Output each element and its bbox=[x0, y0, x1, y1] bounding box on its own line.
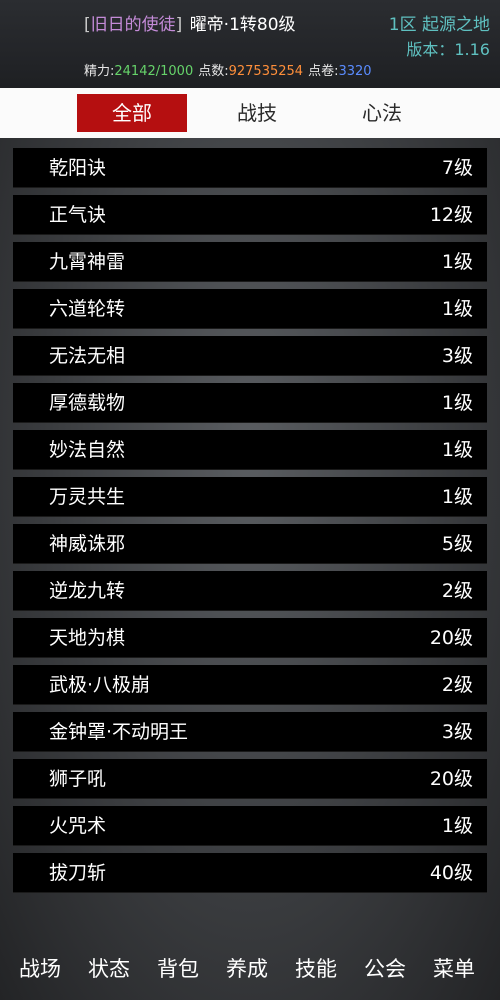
skill-name: 拔刀斩 bbox=[49, 862, 107, 884]
skill-name: 乾阳诀 bbox=[49, 157, 107, 179]
skill-row[interactable]: 乾阳诀 7级 bbox=[13, 148, 487, 188]
skill-level: 3级 bbox=[441, 345, 473, 367]
title-bracket-open: [ bbox=[84, 15, 91, 35]
skill-name: 逆龙九转 bbox=[49, 580, 126, 602]
skill-level: 3级 bbox=[441, 721, 473, 743]
skill-name: 火咒术 bbox=[49, 815, 107, 837]
nav-cultivate[interactable]: 养成 bbox=[217, 954, 277, 984]
skill-level: 7级 bbox=[441, 157, 473, 179]
skill-row[interactable]: 无法无相 3级 bbox=[13, 336, 487, 376]
skill-row[interactable]: 厚德载物 1级 bbox=[13, 383, 487, 423]
tab-all[interactable]: 全部 bbox=[77, 94, 187, 132]
skill-name: 无法无相 bbox=[49, 345, 126, 367]
points-label: 点数: bbox=[198, 64, 229, 79]
nav-menu[interactable]: 菜单 bbox=[424, 954, 484, 984]
skill-row[interactable]: 武极·八极崩 2级 bbox=[13, 665, 487, 705]
skill-name: 天地为棋 bbox=[49, 627, 126, 649]
skill-row[interactable]: 金钟罩·不动明王 3级 bbox=[13, 712, 487, 752]
skill-name: 妙法自然 bbox=[49, 439, 126, 461]
skill-row[interactable]: 万灵共生 1级 bbox=[13, 477, 487, 517]
top-status-bar: [旧日的使徒] 曜帝·1转80级 1区 起源之地 版本：1.16 精力:2414… bbox=[0, 0, 500, 88]
skill-level: 1级 bbox=[441, 251, 473, 273]
scroll-label: 点卷: bbox=[308, 64, 339, 79]
player-realm-level: 曜帝·1转80级 bbox=[189, 15, 296, 35]
skill-level: 12级 bbox=[429, 204, 473, 226]
skill-row[interactable]: 妙法自然 1级 bbox=[13, 430, 487, 470]
skill-name: 万灵共生 bbox=[49, 486, 126, 508]
skill-name: 神威诛邪 bbox=[49, 533, 126, 555]
title-bracket-close: ] bbox=[175, 15, 183, 35]
skill-row[interactable]: 正气诀 12级 bbox=[13, 195, 487, 235]
energy-label: 精力: bbox=[84, 64, 115, 79]
nav-skills[interactable]: 技能 bbox=[286, 954, 346, 984]
nav-guild[interactable]: 公会 bbox=[355, 954, 415, 984]
skill-level: 1级 bbox=[441, 392, 473, 414]
skill-name: 正气诀 bbox=[49, 204, 107, 226]
skill-level: 40级 bbox=[429, 862, 473, 884]
skill-level: 2级 bbox=[441, 580, 473, 602]
bottom-navigation: 战场 状态 背包 养成 技能 公会 菜单 bbox=[0, 944, 500, 1000]
skill-level: 1级 bbox=[441, 815, 473, 837]
player-title[interactable]: 旧日的使徒 bbox=[91, 15, 176, 35]
player-title-line: [旧日的使徒] 曜帝·1转80级 bbox=[84, 10, 296, 35]
skill-row[interactable]: 火咒术 1级 bbox=[13, 806, 487, 846]
skill-row[interactable]: 九霄神雷 1级 bbox=[13, 242, 487, 282]
skill-level: 1级 bbox=[441, 298, 473, 320]
skill-row[interactable]: 狮子吼 20级 bbox=[13, 759, 487, 799]
nav-status[interactable]: 状态 bbox=[79, 954, 139, 984]
skill-name: 武极·八极崩 bbox=[49, 674, 151, 696]
skill-level: 5级 bbox=[441, 533, 473, 555]
skill-row[interactable]: 拔刀斩 40级 bbox=[13, 853, 487, 893]
skill-filter-tabs: 全部 战技 心法 bbox=[0, 88, 500, 138]
skill-name: 狮子吼 bbox=[49, 768, 107, 790]
skill-level: 2级 bbox=[441, 674, 473, 696]
skill-row[interactable]: 逆龙九转 2级 bbox=[13, 571, 487, 611]
skill-level: 20级 bbox=[429, 627, 473, 649]
skill-row[interactable]: 六道轮转 1级 bbox=[13, 289, 487, 329]
tab-combat-skills[interactable]: 战技 bbox=[202, 94, 312, 132]
skill-level: 1级 bbox=[441, 439, 473, 461]
skill-name: 九霄神雷 bbox=[49, 251, 126, 273]
version-label: 版本：1.16 bbox=[406, 40, 490, 59]
tab-mental-arts[interactable]: 心法 bbox=[327, 94, 437, 132]
server-name: 1区 起源之地 bbox=[388, 15, 490, 35]
nav-backpack[interactable]: 背包 bbox=[148, 954, 208, 984]
skill-list: 乾阳诀 7级 正气诀 12级 九霄神雷 1级 六道轮转 1级 无法无相 3级 厚德载物 1级 妙法自然 1… bbox=[13, 148, 487, 900]
skill-row[interactable]: 天地为棋 20级 bbox=[13, 618, 487, 658]
resource-stats: 精力:24142/1000 点数:927535254 点卷:3320 bbox=[84, 60, 372, 79]
energy-value: 24142/1000 bbox=[114, 64, 194, 79]
scroll-value: 3320 bbox=[338, 64, 372, 79]
skill-level: 1级 bbox=[441, 486, 473, 508]
skill-level: 20级 bbox=[429, 768, 473, 790]
skill-name: 厚德载物 bbox=[49, 392, 126, 414]
skill-name: 金钟罩·不动明王 bbox=[49, 721, 189, 743]
points-value: 927535254 bbox=[228, 64, 304, 79]
skill-row[interactable]: 神威诛邪 5级 bbox=[13, 524, 487, 564]
skill-name: 六道轮转 bbox=[49, 298, 126, 320]
nav-battlefield[interactable]: 战场 bbox=[10, 954, 70, 984]
